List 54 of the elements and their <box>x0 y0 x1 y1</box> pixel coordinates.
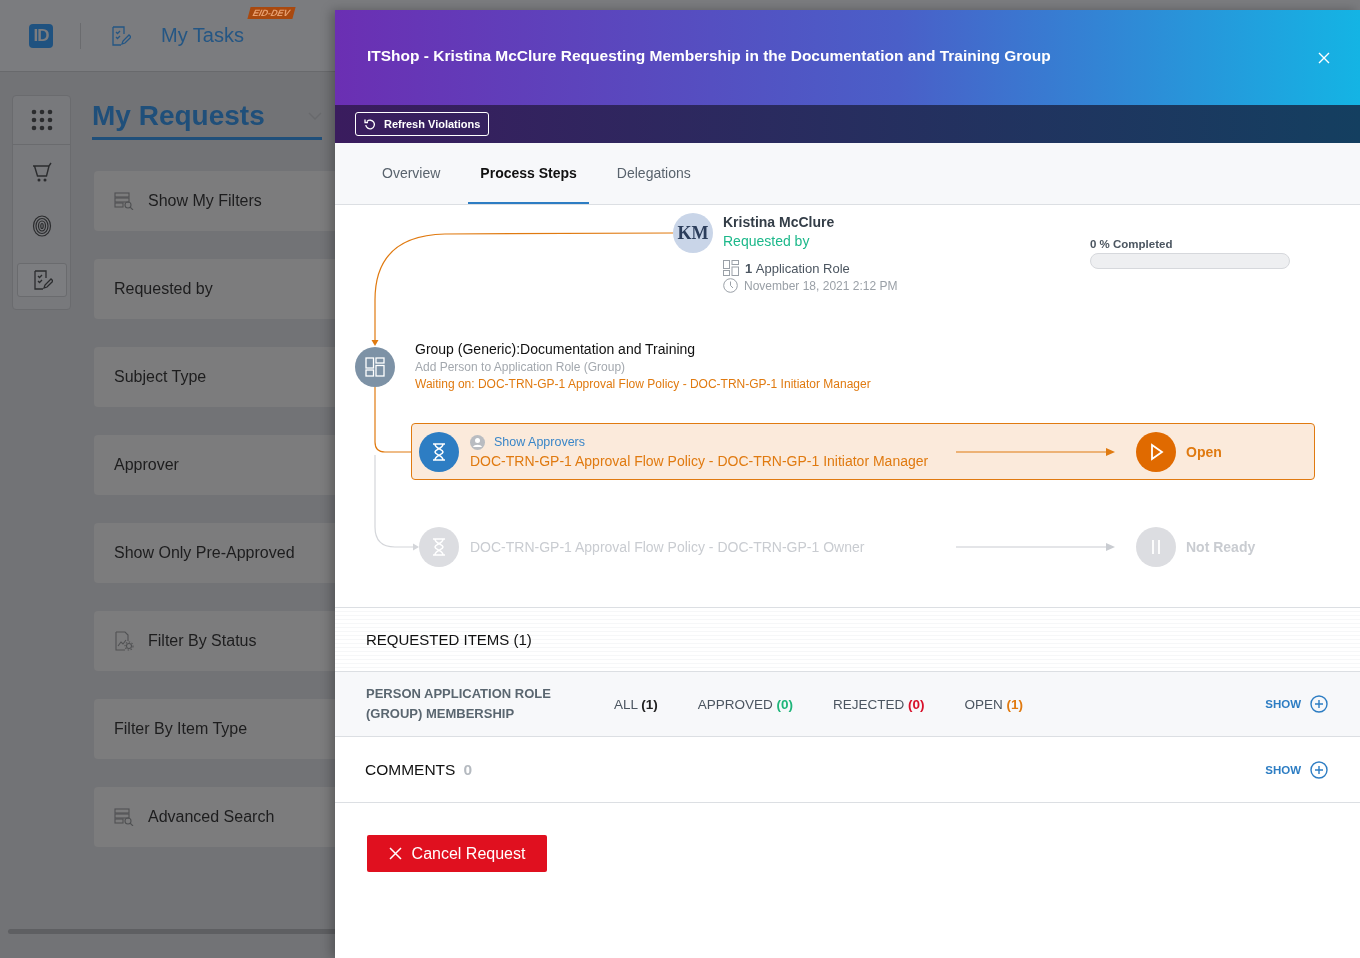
requester-role: Requested by <box>723 233 811 251</box>
filter-label: Subject Type <box>114 368 207 386</box>
hourglass-icon <box>419 526 459 567</box>
plus-circle-icon[interactable] <box>1310 760 1328 779</box>
filter-label: Show My Filters <box>148 192 262 210</box>
filter-label: Approver <box>114 456 179 474</box>
status-count[interactable]: APPROVED (0) <box>697 696 794 712</box>
person-icon <box>470 434 485 450</box>
show-link[interactable]: SHOW <box>1265 698 1301 710</box>
group-title: Group (Generic):Documentation and Training <box>415 341 697 357</box>
clock-icon <box>723 278 738 293</box>
filter-label: Show Only Pre-Approved <box>114 544 295 562</box>
dialog-title: ITShop - Kristina McClure Requesting Membership in the Documentation and Training Group <box>367 47 1052 65</box>
step-status: Open <box>1186 443 1222 460</box>
rail-item[interactable] <box>16 263 67 297</box>
checklist-icon <box>109 24 131 47</box>
list-search-icon <box>114 192 134 210</box>
waiting-on-text: Waiting on: DOC-TRN-GP-1 Approval Flow Policy - DOC-TRN-GP-1 Initiator Manager <box>415 377 871 391</box>
cancel-request-button[interactable]: Cancel Request <box>367 835 547 872</box>
tab[interactable]: Process Steps <box>468 143 589 204</box>
play-icon[interactable] <box>1136 431 1176 472</box>
group-subtitle: Add Person to Application Role (Group) <box>415 360 627 374</box>
progress-label: 0 % Completed <box>1090 238 1174 250</box>
scrollbar[interactable] <box>8 929 338 934</box>
refresh-violations-button[interactable]: Refresh Violations <box>355 112 490 136</box>
filter-label: Requested by <box>114 280 213 298</box>
user-avatar: KM <box>673 213 713 253</box>
status-count[interactable]: OPEN (1) <box>964 696 1024 712</box>
status-count[interactable]: REJECTED (0) <box>833 696 925 712</box>
tab[interactable]: Delegations <box>604 143 703 204</box>
grid-icon <box>723 260 739 276</box>
requester-name: Kristina McClure <box>723 214 836 232</box>
show-approvers-link[interactable]: Show Approvers <box>494 435 586 449</box>
request-date: November 18, 2021 2:12 PM <box>744 278 898 293</box>
show-link[interactable]: SHOW <box>1265 763 1301 776</box>
group-node-icon <box>355 347 395 387</box>
filter-label: Advanced Search <box>148 808 275 826</box>
status-count[interactable]: ALL (1) <box>614 696 658 712</box>
pause-icon <box>1136 526 1176 567</box>
refresh-icon <box>364 118 376 130</box>
comment-count: 0 <box>463 760 473 779</box>
plus-circle-icon[interactable] <box>1310 695 1328 713</box>
close-icon[interactable] <box>1318 51 1330 64</box>
hourglass-icon <box>419 431 459 472</box>
step-name: DOC-TRN-GP-1 Approval Flow Policy - DOC-TRN-GP-1 Initiator Manager <box>470 452 930 469</box>
document-gear-icon <box>114 631 134 651</box>
item-count: 1 Application Role <box>745 260 850 276</box>
close-icon <box>388 847 402 860</box>
list-search-icon <box>114 808 134 826</box>
environment-badge: EID-DEV <box>247 7 296 19</box>
filter-label: Filter By Status <box>148 632 257 650</box>
filter-label: Filter By Item Type <box>114 720 248 738</box>
page-title: My Requests <box>92 100 266 132</box>
section-title: COMMENTS <box>365 760 456 779</box>
